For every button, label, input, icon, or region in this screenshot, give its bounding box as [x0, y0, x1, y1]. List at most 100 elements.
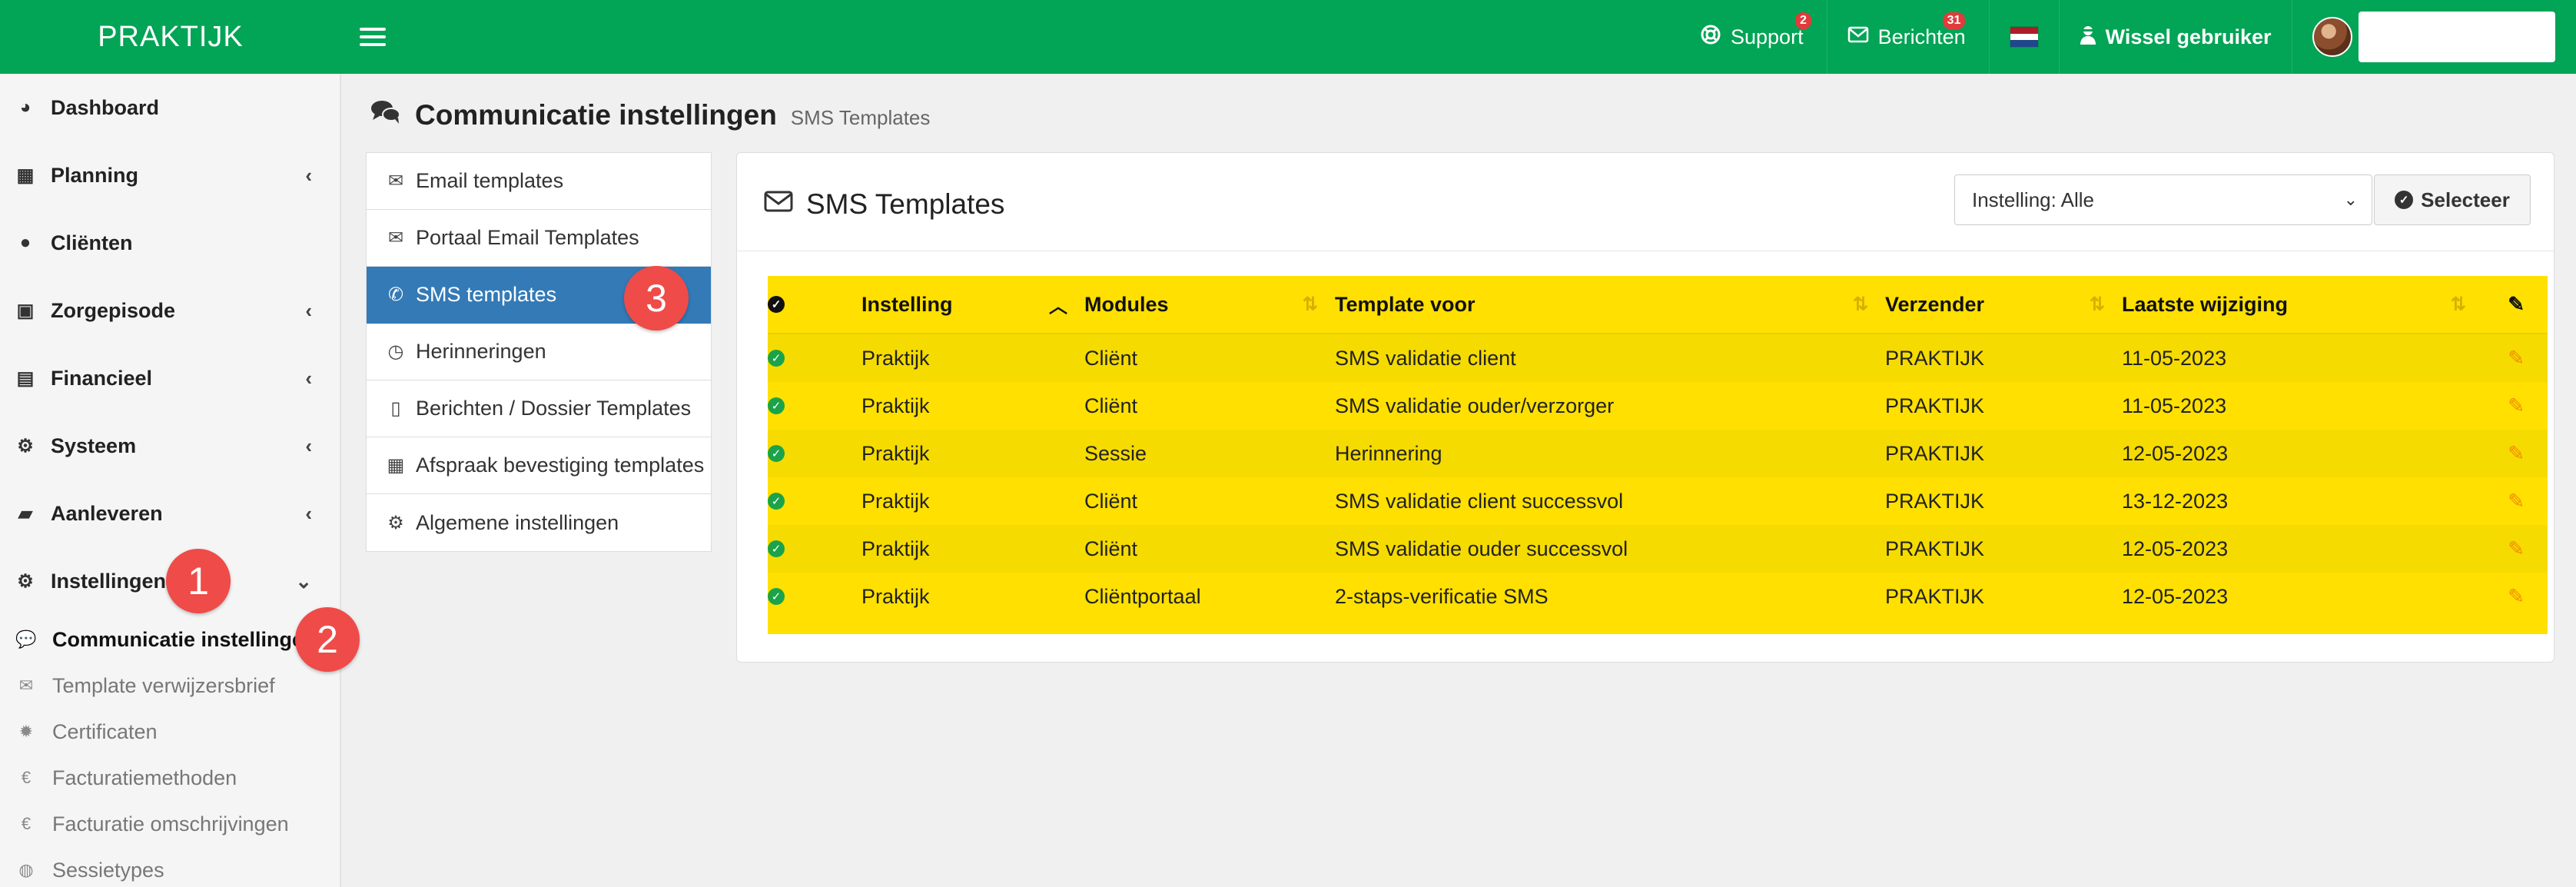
- envelope-icon: ✉: [387, 171, 404, 191]
- header-verzender[interactable]: Verzender ⇅: [1885, 293, 2122, 317]
- edit-pencil-icon[interactable]: ✎: [2508, 347, 2525, 370]
- tab-berichten-dossier-templates[interactable]: ▯ Berichten / Dossier Templates: [367, 380, 711, 437]
- support-link[interactable]: Support 2: [1680, 0, 1827, 74]
- cell-laatste-wijziging: 12-05-2023: [2122, 584, 2229, 608]
- envelope-icon: ✉: [18, 676, 34, 695]
- chevron-down-icon: ⌄: [2343, 190, 2358, 209]
- edit-pencil-icon[interactable]: ✎: [2508, 394, 2525, 418]
- select-button[interactable]: ✓ Selecteer: [2374, 174, 2531, 225]
- edit-pencil-icon[interactable]: ✎: [2508, 490, 2525, 513]
- tab-portaal-email-templates[interactable]: ✉ Portaal Email Templates: [367, 210, 711, 267]
- sidebar-item-systeem[interactable]: ⚙ Systeem ‹: [0, 412, 341, 480]
- sidebar-item-clienten[interactable]: ● Cliënten: [0, 209, 341, 277]
- cell-laatste-wijziging: 12-05-2023: [2122, 441, 2229, 465]
- tab-email-templates[interactable]: ✉ Email templates: [367, 153, 711, 210]
- cell-template-voor: SMS validatie ouder/verzorger: [1335, 394, 1615, 417]
- sidebar-subitem-certificaten[interactable]: ✹ Certificaten: [0, 709, 341, 755]
- tab-label: Herinneringen: [416, 340, 546, 363]
- table-row[interactable]: ✓ Praktijk Cliënt SMS validatie client P…: [768, 334, 2548, 382]
- top-navbar: PRAKTIJK Support 2 Berichten 31 Wissel g…: [0, 0, 2576, 74]
- header-label: Laatste wijziging: [2122, 292, 2289, 316]
- table-header-row: ✓ Instelling ︿ Modules ⇅ Template voor ⇅…: [768, 276, 2548, 334]
- sidebar-subitem-label: Certificaten: [52, 719, 158, 743]
- tab-afspraak-bevestiging-templates[interactable]: ▦ Afspraak bevestiging templates: [367, 437, 711, 494]
- table-row[interactable]: ✓ Praktijk Cliënt SMS validatie client s…: [768, 477, 2548, 525]
- cell-laatste-wijziging: 11-05-2023: [2122, 394, 2227, 417]
- tab-label: Email templates: [416, 169, 564, 192]
- sidebar-item-zorgepisode[interactable]: ▣ Zorgepisode ‹: [0, 277, 341, 344]
- edit-pencil-icon[interactable]: ✎: [2508, 537, 2525, 561]
- sidebar-subitem-label: Communicatie instellingen: [52, 627, 317, 651]
- file-icon: ▯: [390, 398, 401, 419]
- switch-user-link[interactable]: Wissel gebruiker: [2058, 0, 2292, 74]
- support-badge: 2: [1795, 12, 1811, 29]
- cell-instelling: Praktijk: [861, 346, 930, 370]
- chevron-left-icon: ‹: [305, 366, 312, 390]
- language-switch[interactable]: [1988, 0, 2059, 74]
- cell-laatste-wijziging: 11-05-2023: [2122, 346, 2227, 370]
- page-header: Communicatie instellingen SMS Templates: [370, 98, 930, 138]
- globe-icon: ◍: [18, 860, 34, 879]
- step-marker-3: 3: [624, 266, 689, 331]
- sidebar-subitem-label: Sessietypes: [52, 858, 164, 882]
- sort-icon: ⇅: [2450, 294, 2466, 315]
- messages-link[interactable]: Berichten 31: [1826, 0, 1989, 74]
- box-title-label: SMS Templates: [806, 188, 1005, 220]
- header-check-cell[interactable]: ✓: [768, 296, 861, 313]
- sidebar-toggle-button[interactable]: [360, 22, 386, 52]
- tab-label: Portaal Email Templates: [416, 226, 639, 249]
- pencil-icon: ✎: [2508, 292, 2525, 316]
- cell-template-voor: Herinnering: [1335, 441, 1442, 465]
- dutch-flag-icon: [2009, 26, 2039, 48]
- tab-herinneringen[interactable]: ◷ Herinneringen: [367, 324, 711, 380]
- sidebar-subitem-label: Facturatiemethoden: [52, 766, 237, 789]
- page-title: Communicatie instellingen: [415, 99, 777, 131]
- table-row[interactable]: ✓ Praktijk Cliënt SMS validatie ouder/ve…: [768, 382, 2548, 430]
- check-circle-icon: ✓: [768, 397, 785, 414]
- sidebar-item-financieel[interactable]: ▤ Financieel ‹: [0, 344, 341, 412]
- sidebar-item-dashboard[interactable]: ◕ Dashboard: [0, 74, 341, 141]
- envelope-icon: ✉: [387, 228, 404, 248]
- box-title: SMS Templates: [763, 188, 1004, 221]
- sidebar-item-planning[interactable]: ▦ Planning ‹: [0, 141, 341, 209]
- calendar-check-icon: ▦: [387, 455, 405, 476]
- brand-logo[interactable]: PRAKTIJK: [0, 0, 341, 74]
- sidebar-subitem-facturatie-omschrijvingen[interactable]: € Facturatie omschrijvingen: [0, 801, 341, 847]
- instelling-select[interactable]: Instelling: Alle ⌄: [1954, 174, 2372, 225]
- instelling-select-value: Instelling: Alle: [1972, 188, 2094, 211]
- sidebar-subitem-template-verwijzersbrief[interactable]: ✉ Template verwijzersbrief: [0, 663, 341, 709]
- sidebar-item-aanleveren[interactable]: ▰ Aanleveren ‹: [0, 480, 341, 547]
- cell-verzender: PRAKTIJK: [1885, 346, 1985, 370]
- sidebar-subitem-facturatiemethoden[interactable]: € Facturatiemethoden: [0, 755, 341, 801]
- check-circle-icon: ✓: [768, 445, 785, 462]
- header-template-voor[interactable]: Template voor ⇅: [1335, 293, 1885, 317]
- messages-badge: 31: [1942, 12, 1966, 29]
- cell-template-voor: SMS validatie client successvol: [1335, 489, 1624, 513]
- table-row[interactable]: ✓ Praktijk Cliënt SMS validatie ouder su…: [768, 525, 2548, 573]
- sidebar-subitem-sessietypes[interactable]: ◍ Sessietypes: [0, 847, 341, 887]
- sidebar-item-label: Zorgepisode: [51, 298, 176, 322]
- sidebar-subitem-label: Template verwijzersbrief: [52, 673, 275, 697]
- tab-label: Algemene instellingen: [416, 510, 619, 534]
- sidebar-item-label: Planning: [51, 163, 138, 187]
- check-circle-icon: ✓: [768, 588, 785, 605]
- header-modules[interactable]: Modules ⇅: [1084, 293, 1335, 317]
- table-row[interactable]: ✓ Praktijk Cliëntportaal 2-staps-verific…: [768, 573, 2548, 620]
- medkit-icon: ▣: [16, 300, 35, 321]
- sort-icon: ⇅: [2089, 294, 2105, 315]
- comments-icon: [370, 98, 401, 131]
- tab-algemene-instellingen[interactable]: ⚙ Algemene instellingen: [367, 494, 711, 551]
- cell-verzender: PRAKTIJK: [1885, 489, 1985, 513]
- cell-laatste-wijziging: 13-12-2023: [2122, 489, 2229, 513]
- sidebar-subitem-communicatie-instellingen[interactable]: 💬 Communicatie instellingen: [0, 616, 341, 663]
- edit-pencil-icon[interactable]: ✎: [2508, 442, 2525, 466]
- clock-icon: ◷: [387, 341, 404, 362]
- edit-pencil-icon[interactable]: ✎: [2508, 585, 2525, 609]
- header-instelling[interactable]: Instelling ︿: [861, 293, 1084, 317]
- cell-modules: Cliënt: [1084, 489, 1138, 513]
- cell-verzender: PRAKTIJK: [1885, 441, 1985, 465]
- user-menu[interactable]: [2291, 0, 2561, 74]
- table-row[interactable]: ✓ Praktijk Sessie Herinnering PRAKTIJK 1…: [768, 430, 2548, 477]
- tab-label: Berichten / Dossier Templates: [416, 397, 692, 420]
- header-laatste-wijziging[interactable]: Laatste wijziging ⇅: [2122, 293, 2483, 317]
